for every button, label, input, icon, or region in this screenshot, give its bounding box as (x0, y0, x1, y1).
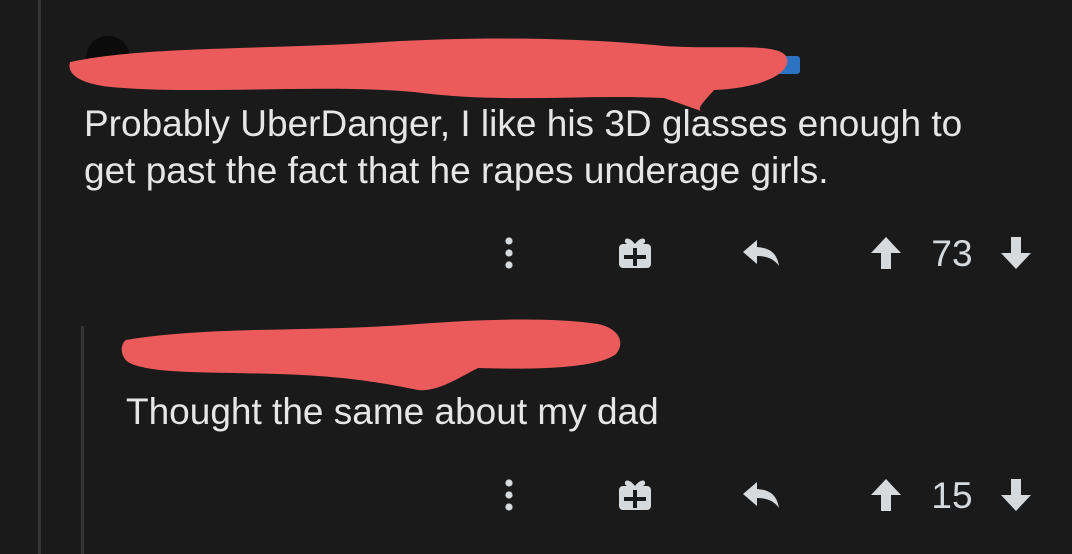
arrow-up-icon[interactable] (866, 228, 906, 278)
arrow-down-icon[interactable] (996, 470, 1036, 520)
arrow-down-icon[interactable] (996, 228, 1036, 278)
comment-line-2: get past the fact that he rapes underage… (84, 150, 829, 191)
vote-score: 15 (931, 475, 973, 516)
reply-actions: 15 (0, 470, 1072, 520)
redaction-mark (121, 319, 621, 391)
comment-body: Probably UberDanger, I like his 3D glass… (84, 100, 1044, 194)
reply-body: Thought the same about my dad (126, 391, 659, 432)
reply-arrow-icon[interactable] (736, 228, 786, 278)
gift-icon[interactable] (612, 228, 658, 278)
more-vertical-icon[interactable] (494, 470, 524, 520)
vote-score: 73 (931, 233, 973, 274)
comment-line-1: Probably UberDanger, I like his 3D glass… (84, 103, 963, 144)
comment-actions: 73 (0, 228, 1072, 278)
more-vertical-icon[interactable] (494, 228, 524, 278)
gift-icon[interactable] (612, 470, 658, 520)
arrow-up-icon[interactable] (866, 470, 906, 520)
reply-arrow-icon[interactable] (736, 470, 786, 520)
